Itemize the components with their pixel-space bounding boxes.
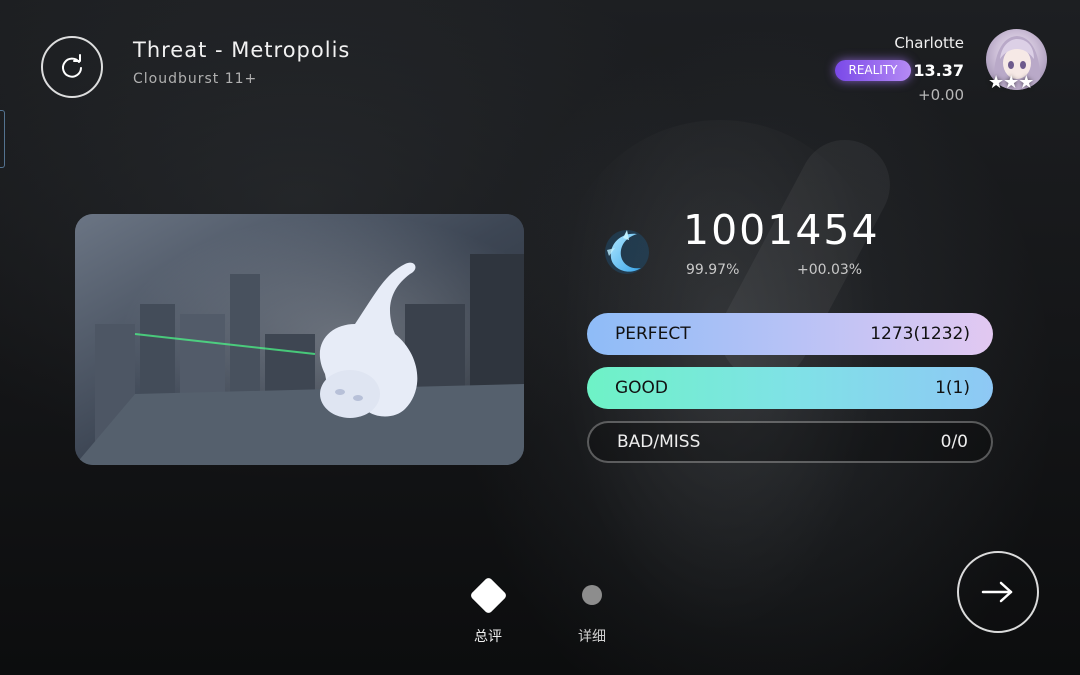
dot-icon (582, 585, 602, 605)
song-difficulty: Cloudburst 11+ (133, 71, 258, 87)
player-name: Charlotte (894, 34, 964, 52)
tab-detail-label: 详细 (578, 629, 606, 645)
ranking-score: 13.37 (913, 61, 964, 80)
judgement-good: GOOD 1(1) (587, 367, 993, 409)
accuracy: 99.97% (686, 262, 740, 278)
score: 1001454 (683, 206, 880, 254)
judgement-count: 0/0 (940, 432, 968, 452)
judgement-perfect: PERFECT 1273(1232) (587, 313, 993, 355)
tab-overview-label: 总评 (474, 629, 502, 645)
next-button[interactable] (957, 551, 1039, 633)
illustration-art (75, 214, 524, 465)
arrow-right-icon (981, 581, 1013, 603)
retry-button[interactable] (41, 36, 103, 98)
challenge-stars: ★★★ (988, 72, 1034, 93)
judgement-label: BAD/MISS (617, 432, 701, 452)
tier-badge: REALITY (835, 60, 911, 81)
judgement-label: PERFECT (615, 324, 691, 344)
ranking-score-change: +0.00 (918, 86, 964, 104)
judgement-count: 1273(1232) (870, 324, 970, 344)
song-title: Threat - Metropolis (133, 38, 351, 62)
retry-icon (62, 54, 82, 78)
tab-overview[interactable]: 总评 (458, 572, 518, 652)
side-drawer-handle[interactable] (0, 110, 5, 168)
judgement-bad-miss: BAD/MISS 0/0 (587, 421, 993, 463)
grade-moon-icon (597, 220, 657, 280)
accuracy-change: +00.03% (797, 262, 863, 278)
judgement-count: 1(1) (935, 378, 970, 398)
tab-detail[interactable]: 详细 (562, 572, 622, 652)
song-illustration (75, 214, 524, 465)
diamond-icon (468, 576, 508, 615)
judgement-label: GOOD (615, 378, 669, 398)
